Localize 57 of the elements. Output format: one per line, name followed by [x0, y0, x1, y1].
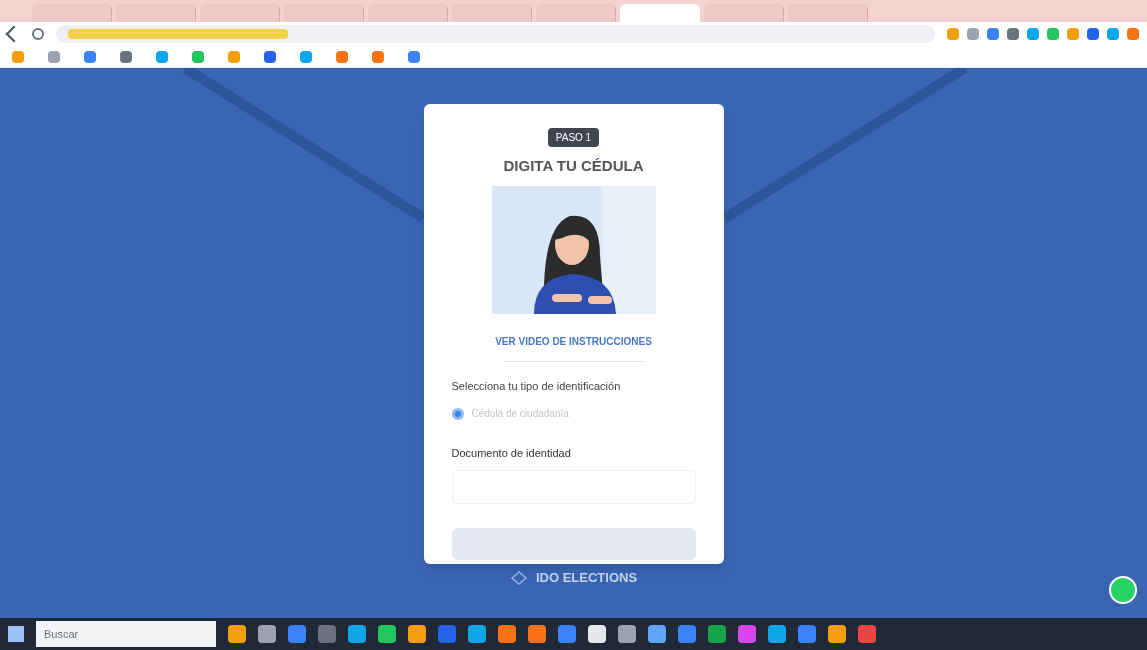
taskbar-app-icon[interactable]	[708, 625, 726, 643]
bookmark-icon[interactable]	[372, 50, 384, 63]
reload-icon[interactable]	[32, 28, 44, 40]
document-label: Documento de identidad	[451, 446, 571, 461]
taskbar-app-icon[interactable]	[618, 625, 636, 643]
taskbar-app-icon[interactable]	[228, 625, 246, 643]
taskbar-app-icon[interactable]	[258, 625, 276, 643]
video-link[interactable]: VER VIDEO DE INSTRUCCIONES	[495, 333, 652, 349]
id-type-label: Selecciona tu tipo de identificación	[451, 378, 621, 394]
page-title: DIGITA TU CÉDULA	[503, 156, 644, 176]
taskbar-app-icon[interactable]	[468, 625, 486, 643]
taskbar-app-icon[interactable]	[288, 625, 306, 643]
extension-icon[interactable]	[1107, 28, 1119, 40]
bookmark-icon[interactable]	[120, 50, 132, 63]
radio-label: Cédula de ciudadanía	[471, 407, 569, 421]
extension-icon[interactable]	[1087, 28, 1099, 40]
bookmark-icon[interactable]	[12, 50, 24, 63]
logo-icon	[509, 568, 528, 587]
bookmark-icon[interactable]	[156, 50, 168, 63]
taskbar-app-icon[interactable]	[858, 625, 876, 643]
taskbar-app-icon[interactable]	[558, 625, 576, 643]
taskbar-app-icon[interactable]	[348, 625, 366, 643]
extension-icon[interactable]	[987, 28, 999, 40]
start-icon[interactable]	[8, 626, 24, 642]
extension-icon[interactable]	[967, 28, 979, 40]
whatsapp-icon[interactable]	[1109, 576, 1137, 604]
footer-logo: IDO ELECTIONS	[535, 569, 638, 587]
bookmark-icon[interactable]	[228, 50, 240, 63]
taskbar-app-icon[interactable]	[678, 625, 696, 643]
extension-icon[interactable]	[1027, 28, 1039, 40]
bookmark-icon[interactable]	[264, 50, 276, 63]
taskbar-app-icon[interactable]	[438, 625, 456, 643]
extension-icon[interactable]	[1067, 28, 1079, 40]
taskbar-app-icon[interactable]	[318, 625, 336, 643]
bookmark-icon[interactable]	[300, 50, 312, 63]
taskbar-app-icon[interactable]	[588, 625, 606, 643]
extension-icon[interactable]	[1047, 28, 1059, 40]
taskbar-app-icon[interactable]	[738, 625, 756, 643]
bookmark-icon[interactable]	[192, 50, 204, 63]
step-badge: PASO 1	[547, 128, 600, 147]
taskbar-app-icon[interactable]	[528, 625, 546, 643]
bookmark-icon[interactable]	[336, 50, 348, 63]
extension-icon[interactable]	[1007, 28, 1019, 40]
radio-button[interactable]	[451, 407, 464, 420]
bookmark-icon[interactable]	[408, 50, 420, 63]
taskbar-app-icon[interactable]	[768, 625, 786, 643]
taskbar-search[interactable]: Buscar	[36, 621, 216, 647]
taskbar-app-icon[interactable]	[828, 625, 846, 643]
extension-icon[interactable]	[947, 28, 959, 40]
bookmark-icon[interactable]	[48, 50, 60, 63]
taskbar-app-icon[interactable]	[498, 625, 516, 643]
taskbar-app-icon[interactable]	[648, 625, 666, 643]
taskbar-app-icon[interactable]	[798, 625, 816, 643]
taskbar-app-icon[interactable]	[408, 625, 426, 643]
extension-icon[interactable]	[1127, 28, 1139, 40]
taskbar-app-icon[interactable]	[378, 625, 396, 643]
bookmark-icon[interactable]	[84, 50, 96, 63]
